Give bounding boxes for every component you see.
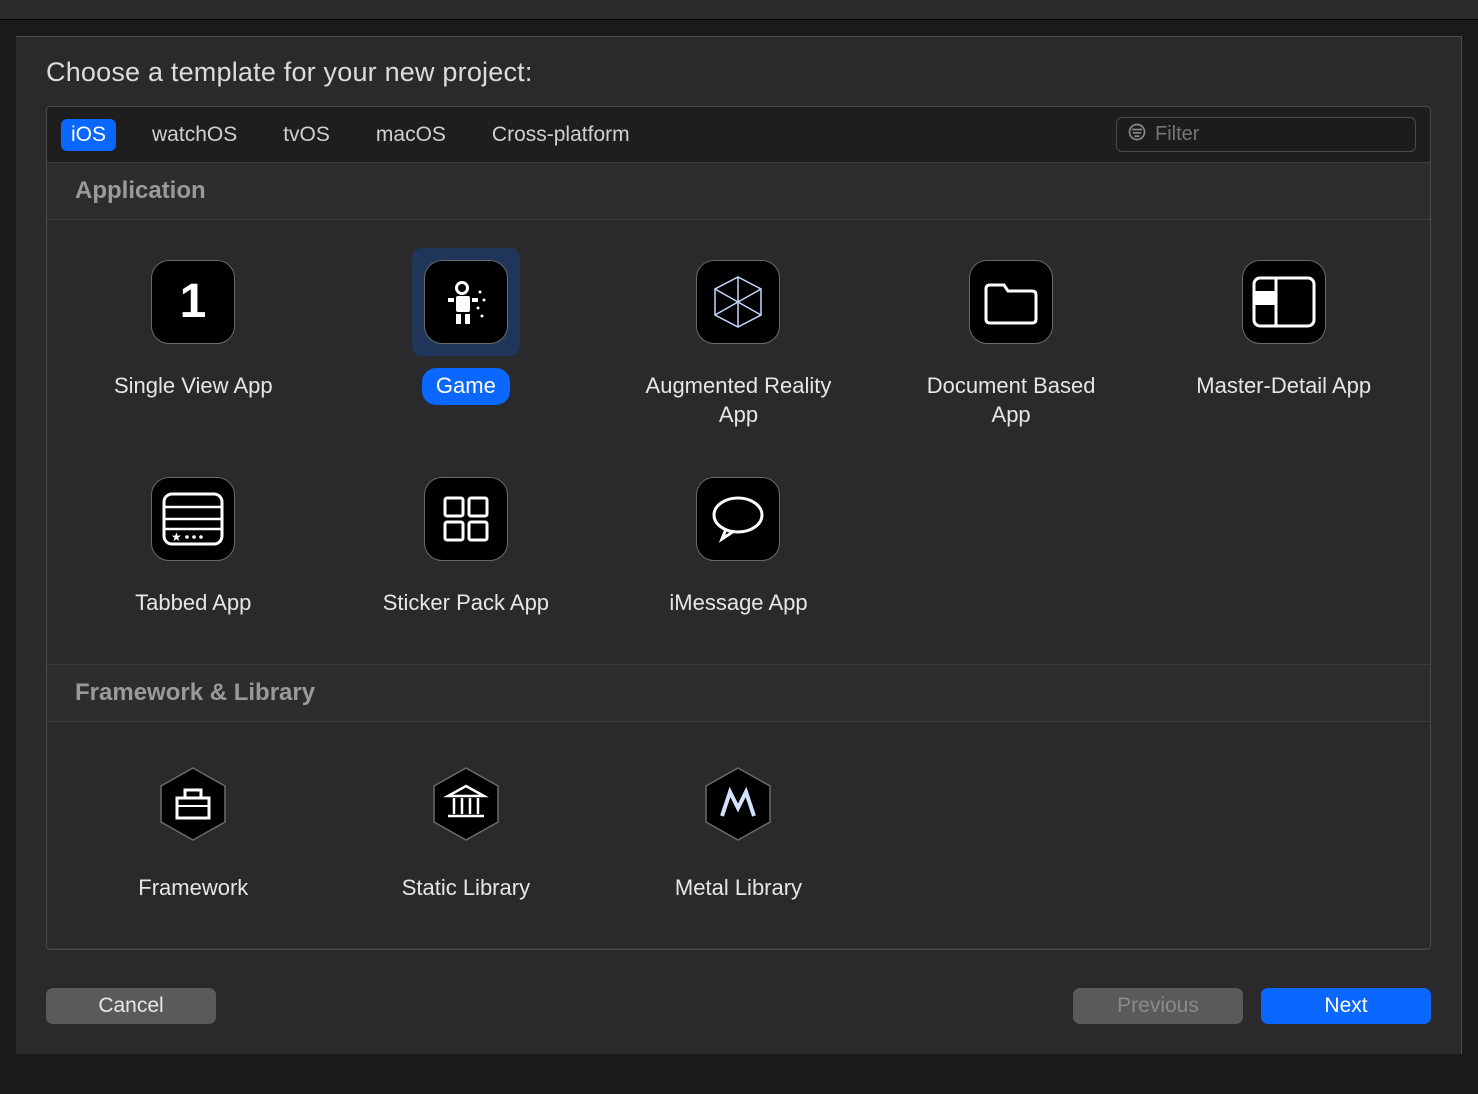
section-application-header: Application <box>47 163 1430 220</box>
template-label: Metal Library <box>661 870 816 907</box>
new-project-dialog: Choose a template for your new project: … <box>16 36 1462 1054</box>
platform-tab-row: iOS watchOS tvOS macOS Cross-platform <box>47 107 1430 163</box>
next-button[interactable]: Next <box>1261 988 1431 1024</box>
toolbox-icon <box>151 762 235 846</box>
template-label: Augmented Reality App <box>628 368 848 433</box>
filter-icon <box>1127 122 1147 147</box>
tab-watchos[interactable]: watchOS <box>142 119 247 151</box>
section-framework-header: Framework & Library <box>47 665 1430 722</box>
template-game[interactable]: Game <box>330 242 603 439</box>
template-document-based-app[interactable]: Document Based App <box>875 242 1148 439</box>
filter-field-wrap[interactable] <box>1116 117 1416 152</box>
template-sticker-pack-app[interactable]: Sticker Pack App <box>330 459 603 628</box>
template-static-library[interactable]: Static Library <box>330 744 603 913</box>
template-panel: iOS watchOS tvOS macOS Cross-platform Ap… <box>46 106 1431 950</box>
folder-icon <box>969 260 1053 344</box>
masterdetail-icon <box>1242 260 1326 344</box>
filter-input[interactable] <box>1155 123 1405 146</box>
framework-grid: Framework Static Library <box>47 722 1430 950</box>
window-titlebar <box>0 0 1478 20</box>
spaceman-icon <box>424 260 508 344</box>
template-label: Sticker Pack App <box>369 585 563 622</box>
platform-tabs: iOS watchOS tvOS macOS Cross-platform <box>61 119 640 151</box>
tab-crossplatform[interactable]: Cross-platform <box>482 119 640 151</box>
tab-macos[interactable]: macOS <box>366 119 456 151</box>
tab-ios[interactable]: iOS <box>61 119 116 151</box>
template-framework[interactable]: Framework <box>57 744 330 913</box>
svg-text:1: 1 <box>180 277 207 327</box>
previous-button: Previous <box>1073 988 1243 1024</box>
template-single-view-app[interactable]: 1 Single View App <box>57 242 330 439</box>
template-label: Document Based App <box>901 368 1121 433</box>
speech-icon <box>696 477 780 561</box>
template-tabbed-app[interactable]: ★ Tabbed App <box>57 459 330 628</box>
metal-icon <box>696 762 780 846</box>
building-icon <box>424 762 508 846</box>
one-icon: 1 <box>151 260 235 344</box>
dialog-heading: Choose a template for your new project: <box>46 57 1431 88</box>
template-label: Tabbed App <box>121 585 265 622</box>
template-label: Master-Detail App <box>1182 368 1385 405</box>
grid4-icon <box>424 477 508 561</box>
template-label: Game <box>422 368 510 405</box>
template-imessage-app[interactable]: iMessage App <box>602 459 875 628</box>
template-metal-library[interactable]: Metal Library <box>602 744 875 913</box>
cube3d-icon <box>696 260 780 344</box>
template-master-detail-app[interactable]: Master-Detail App <box>1147 242 1420 439</box>
template-label: Static Library <box>388 870 544 907</box>
svg-text:★: ★ <box>171 530 182 544</box>
tabbed-icon: ★ <box>151 477 235 561</box>
template-label: Single View App <box>100 368 287 405</box>
application-grid: 1 Single View App Game <box>47 220 1430 665</box>
template-augmented-reality-app[interactable]: Augmented Reality App <box>602 242 875 439</box>
dialog-buttons: Cancel Previous Next <box>46 988 1431 1024</box>
template-label: iMessage App <box>655 585 821 622</box>
tab-tvos[interactable]: tvOS <box>273 119 340 151</box>
template-label: Framework <box>124 870 262 907</box>
cancel-button[interactable]: Cancel <box>46 988 216 1024</box>
